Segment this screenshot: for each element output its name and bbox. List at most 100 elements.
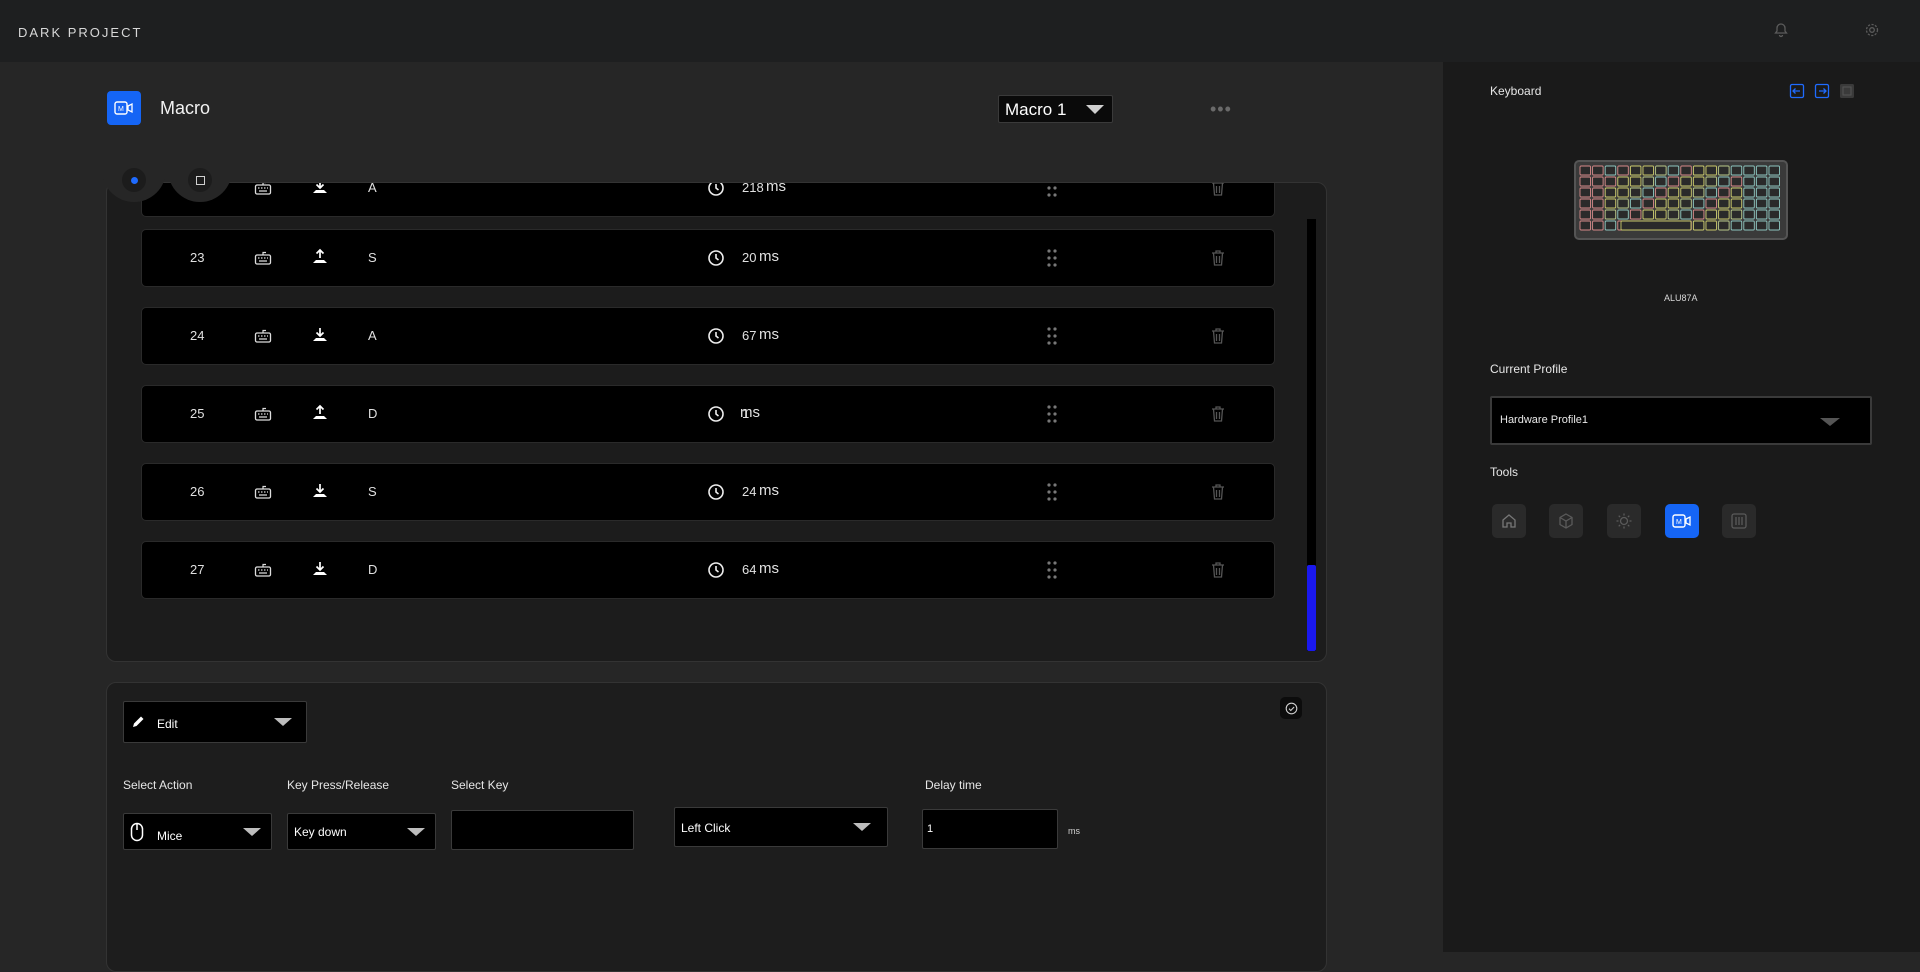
select-key-input[interactable] [451,810,634,850]
delay-time-label: Delay time [925,778,982,792]
more-options-icon[interactable]: ••• [1210,99,1232,120]
stop-button[interactable] [188,168,212,192]
macro-rows: 22A218ms23S20ms24A67ms25D1ms26S24ms27D64… [141,182,1275,661]
import-icon[interactable] [1789,83,1805,99]
macro-list-panel: 22A218ms23S20ms24A67ms25D1ms26S24ms27D64… [106,182,1327,662]
macro-row[interactable]: 23 S 20 ms [141,229,1275,287]
clock-icon [707,405,725,423]
keyboard-icon [254,483,272,501]
chevron-down-icon [853,823,871,831]
key-press-release-label: Key Press/Release [287,778,390,792]
page-title: Macro [160,98,211,118]
macro-row-delay[interactable]: 218 [742,183,764,195]
trash-icon[interactable] [1210,327,1226,345]
macro-row-unit: ms [759,560,779,577]
action-type-value: Mice [157,829,183,843]
macro-row-index: 24 [190,328,205,343]
macro-icon: M [1672,514,1691,528]
macro-row-index: 25 [190,406,205,421]
record-button[interactable] [122,168,146,192]
pencil-icon [133,716,144,727]
macro-row-unit: ms [759,248,779,265]
macro-row-unit: ms [759,482,779,499]
trash-icon[interactable] [1210,483,1226,501]
macro-row[interactable]: 24 A 67 ms [141,307,1275,365]
scrollbar-track[interactable] [1307,219,1316,651]
tools-label: Tools [1490,465,1519,479]
record-dot-icon [130,176,138,184]
macro-row-key: D [368,562,378,577]
tool-lighting-button[interactable] [1607,504,1641,538]
tool-cube-button[interactable] [1549,504,1583,538]
brightness-icon [1616,513,1632,529]
grid-icon[interactable] [1839,83,1855,99]
drag-handle-icon[interactable] [1046,183,1058,198]
scrollbar-thumb[interactable] [1307,565,1316,651]
edit-mode-select[interactable]: Edit [123,701,307,743]
macro-page-icon: M [107,91,141,125]
drag-handle-icon[interactable] [1046,560,1058,580]
macro-row-delay[interactable]: 24 [742,484,756,499]
profile-select-dropdown[interactable]: Hardware Profile1 [1490,396,1872,445]
cube-icon [1559,513,1573,529]
bell-icon[interactable] [1773,22,1789,38]
macro-row[interactable]: 27 D 64 ms [141,541,1275,599]
drag-handle-icon[interactable] [1046,326,1058,346]
macro-row-key: S [368,250,377,265]
macro-row-unit: ms [740,404,760,421]
check-circle-icon [1285,702,1297,714]
keyboard-icon [254,327,272,345]
trash-icon[interactable] [1210,561,1226,579]
brand-logo: DARK PROJECT [18,25,143,40]
clock-icon [707,249,725,267]
key-down-icon [311,326,329,344]
drag-handle-icon[interactable] [1046,404,1058,424]
macro-row-key: S [368,484,377,499]
macro-row-delay[interactable]: 20 [742,250,756,265]
macro-row[interactable]: 22A218ms [141,182,1275,217]
select-action-label: Select Action [123,778,193,792]
home-icon [1502,514,1516,528]
macro-row-key: A [368,182,377,195]
macro-row[interactable]: 26 S 24 ms [141,463,1275,521]
drag-handle-icon[interactable] [1046,482,1058,502]
key-down-icon [311,482,329,500]
key-press-release-select[interactable]: Key down [287,813,436,850]
trash-icon[interactable] [1210,183,1226,197]
profile-select-value: Hardware Profile1 [1500,414,1589,426]
chevron-down-icon [407,828,425,836]
export-icon[interactable] [1814,83,1830,99]
action-type-select[interactable]: Mice [123,813,272,850]
macro-select-dropdown[interactable]: Macro 1 [998,95,1113,123]
chevron-down-icon [243,828,261,836]
keyboard-icon [254,405,272,423]
trash-icon[interactable] [1210,405,1226,423]
svg-text:M: M [1676,519,1682,526]
clock-icon [707,483,725,501]
tool-macro-button[interactable]: M [1665,504,1699,538]
select-key-label: Select Key [451,778,509,792]
macro-row-delay[interactable]: 64 [742,562,756,577]
delay-time-input[interactable] [922,809,1058,849]
current-profile-label: Current Profile [1490,362,1568,376]
drag-handle-icon[interactable] [1046,248,1058,268]
chevron-down-icon [1820,418,1840,426]
key-press-release-value: Key down [294,825,347,839]
macro-row[interactable]: 25 D 1 ms [141,385,1275,443]
key-up-icon [311,404,329,422]
macro-row-index: 23 [190,250,205,265]
key-down-icon [311,183,329,196]
confirm-button[interactable] [1280,697,1302,719]
key-down-icon [311,560,329,578]
keyboard-model-name: ALU87A [1664,293,1698,303]
keyboard-layout-illustration [1579,165,1780,231]
tool-home-button[interactable] [1492,504,1526,538]
mouse-button-select[interactable]: Left Click [674,807,888,847]
macro-row-delay[interactable]: 67 [742,328,756,343]
tool-keymap-button[interactable] [1722,504,1756,538]
trash-icon[interactable] [1210,249,1226,267]
gear-icon[interactable] [1864,22,1880,38]
edit-mode-value: Edit [157,717,178,731]
mouse-icon [130,822,144,842]
keyboard-image [1574,160,1788,240]
